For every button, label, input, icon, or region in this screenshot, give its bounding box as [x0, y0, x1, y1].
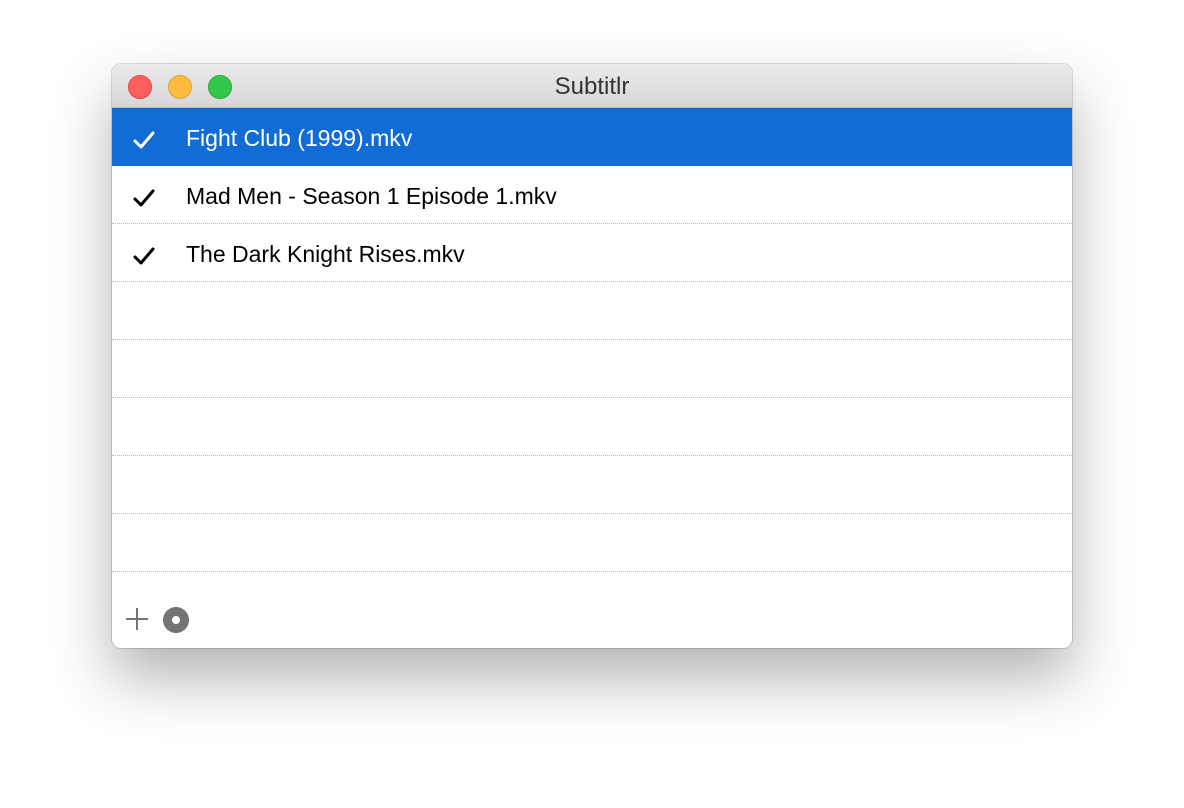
file-name: Fight Club (1999).mkv [186, 125, 413, 151]
window-title: Subtitlr [554, 73, 630, 100]
file-row[interactable]: Mad Men - Season 1 Episode 1.mkv [112, 166, 1072, 224]
empty-row [112, 398, 1072, 456]
checkmark-icon [132, 128, 156, 152]
plus-icon [126, 608, 148, 630]
settings-button[interactable] [162, 606, 190, 634]
file-row[interactable]: Fight Club (1999).mkv [112, 108, 1072, 166]
file-row[interactable]: The Dark Knight Rises.mkv [112, 224, 1072, 282]
add-button[interactable] [124, 606, 150, 632]
checkmark-icon [132, 244, 156, 268]
empty-row [112, 456, 1072, 514]
app-window: Subtitlr Fight Club (1999).mkv Mad Men - … [112, 64, 1072, 648]
checkmark-icon [132, 186, 156, 210]
empty-row [112, 514, 1072, 572]
bottom-toolbar [112, 592, 1072, 648]
file-name: Mad Men - Season 1 Episode 1.mkv [186, 183, 557, 209]
file-name: The Dark Knight Rises.mkv [186, 241, 465, 267]
file-list[interactable]: Fight Club (1999).mkv Mad Men - Season 1 … [112, 108, 1072, 572]
title-bar[interactable]: Subtitlr [112, 64, 1072, 108]
gear-icon [163, 607, 189, 633]
empty-row [112, 340, 1072, 398]
empty-row [112, 282, 1072, 340]
